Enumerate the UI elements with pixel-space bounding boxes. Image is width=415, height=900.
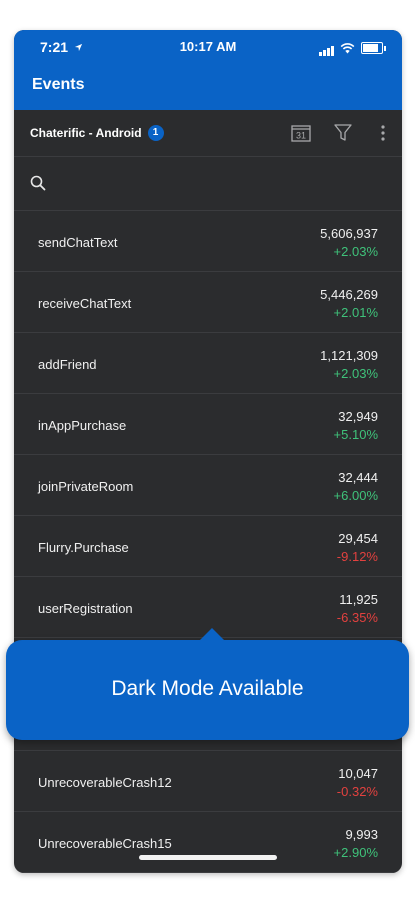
page-title: Events bbox=[32, 76, 85, 93]
event-name: receiveChatText bbox=[38, 296, 132, 311]
event-value: 32,949 bbox=[338, 409, 378, 424]
phone-screen: 7:21 10:17 AM Events Chaterific - Androi… bbox=[14, 30, 402, 873]
event-value: 9,993 bbox=[345, 827, 378, 842]
event-row[interactable]: addFriend 1,121,309 +2.03% bbox=[14, 333, 402, 394]
event-row[interactable]: UnrecoverableCrash12 10,047 -0.32% bbox=[14, 750, 402, 812]
event-change: +2.01% bbox=[333, 305, 378, 320]
event-row[interactable]: receiveChatText 5,446,269 +2.01% bbox=[14, 272, 402, 333]
battery-nub bbox=[384, 45, 386, 51]
event-row[interactable]: inAppPurchase 32,949 +5.10% bbox=[14, 394, 402, 455]
calendar-day: 31 bbox=[296, 131, 306, 141]
event-name: UnrecoverableCrash12 bbox=[38, 775, 172, 790]
search-icon[interactable] bbox=[30, 175, 46, 191]
app-name[interactable]: Chaterific - Android bbox=[30, 126, 142, 140]
event-name: sendChatText bbox=[38, 235, 118, 250]
event-change: +2.03% bbox=[333, 366, 378, 381]
event-value: 1,121,309 bbox=[320, 348, 378, 363]
events-list-top: sendChatText 5,606,937 +2.03% receiveCha… bbox=[14, 211, 402, 638]
wifi-icon bbox=[340, 42, 355, 53]
event-change: +5.10% bbox=[333, 427, 378, 442]
event-change: -0.32% bbox=[336, 784, 378, 799]
app-count-badge: 1 bbox=[147, 125, 164, 141]
event-value: 11,925 bbox=[339, 592, 378, 607]
filter-icon[interactable] bbox=[332, 122, 354, 144]
app-selector-bar[interactable]: Chaterific - Android 1 31 bbox=[14, 110, 402, 157]
header-bar: 7:21 10:17 AM Events bbox=[14, 30, 402, 110]
event-row[interactable]: joinPrivateRoom 32,444 +6.00% bbox=[14, 455, 402, 516]
event-name: userRegistration bbox=[38, 601, 133, 616]
event-row[interactable]: UnrecoverableCrash15 9,993 +2.90% bbox=[14, 812, 402, 873]
more-options-icon[interactable] bbox=[372, 122, 394, 144]
event-value: 29,454 bbox=[338, 531, 378, 546]
search-bar[interactable] bbox=[14, 157, 402, 211]
event-change: +2.90% bbox=[333, 845, 378, 860]
status-bar: 7:21 10:17 AM bbox=[14, 39, 402, 59]
status-indicators bbox=[318, 40, 386, 56]
event-change: +6.00% bbox=[333, 488, 378, 503]
event-row[interactable]: sendChatText 5,606,937 +2.03% bbox=[14, 211, 402, 272]
event-value: 5,606,937 bbox=[320, 226, 378, 241]
event-name: inAppPurchase bbox=[38, 418, 127, 433]
event-change: -6.35% bbox=[336, 610, 378, 625]
event-change: -9.12% bbox=[336, 549, 378, 564]
battery-icon bbox=[361, 42, 383, 54]
calendar-icon[interactable]: 31 bbox=[290, 122, 312, 144]
event-value: 5,446,269 bbox=[320, 287, 378, 302]
callout-text: Dark Mode Available bbox=[111, 677, 304, 700]
signal-icon bbox=[318, 40, 334, 56]
event-name: joinPrivateRoom bbox=[38, 479, 134, 494]
event-row[interactable]: Flurry.Purchase 29,454 -9.12% bbox=[14, 516, 402, 577]
event-name: Flurry.Purchase bbox=[38, 540, 129, 555]
event-change: +2.03% bbox=[333, 244, 378, 259]
dark-mode-callout: Dark Mode Available bbox=[6, 628, 409, 740]
home-indicator[interactable] bbox=[139, 855, 277, 860]
event-value: 10,047 bbox=[338, 766, 378, 781]
event-name: addFriend bbox=[38, 357, 97, 372]
event-value: 32,444 bbox=[338, 470, 378, 485]
event-name: UnrecoverableCrash15 bbox=[38, 836, 172, 851]
